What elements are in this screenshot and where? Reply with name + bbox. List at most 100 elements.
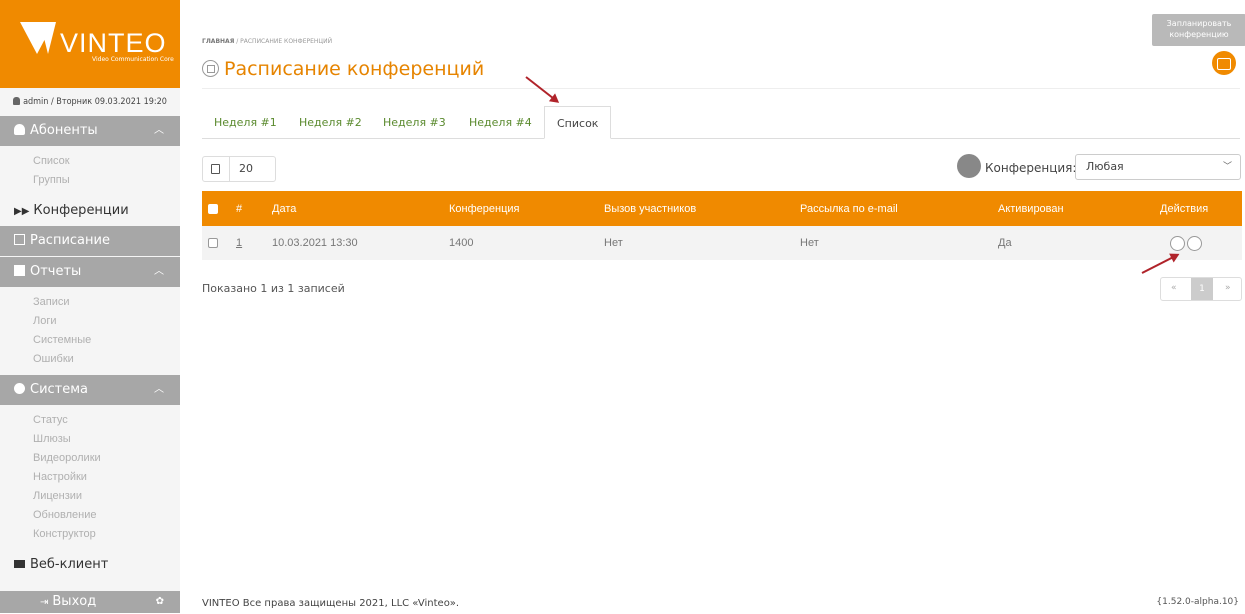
schedule-label-line2: конференцию [1169, 30, 1229, 39]
video-camera-icon [14, 560, 25, 568]
header-call[interactable]: Вызов участников [604, 191, 800, 226]
users-icon [14, 124, 25, 135]
footer: VINTEO Все права защищены 2021, LLC «Vin… [202, 598, 460, 609]
sidebar-item-groups[interactable]: Группы [33, 171, 180, 190]
schedule-table: # Дата Конференция Вызов участников Расс… [202, 191, 1242, 260]
header-email[interactable]: Рассылка по e-mail [800, 191, 998, 226]
row-date: 10.03.2021 13:30 [272, 237, 358, 249]
sidebar-item-records[interactable]: Записи [33, 293, 180, 312]
sidebar-item-gateways[interactable]: Шлюзы [33, 430, 180, 449]
calendar-filter-icon [957, 154, 981, 178]
version: {1.52.0-alpha.10} [1156, 597, 1239, 607]
sidebar-item-system-logs[interactable]: Системные [33, 331, 180, 350]
row-actions [1146, 226, 1242, 260]
book-icon [14, 265, 25, 276]
sidebar-item-settings[interactable]: Настройки [33, 468, 180, 487]
pager-current[interactable]: 1 [1191, 278, 1213, 300]
conference-filter-select[interactable]: Любая ﹀ [1075, 154, 1241, 180]
schedule-conference-button[interactable] [1212, 51, 1236, 75]
breadcrumb: ГЛАВНАЯ / РАСПИСАНИЕ КОНФЕРЕНЦИЙ [202, 38, 332, 45]
header-date[interactable]: Дата [272, 191, 449, 226]
separator [229, 157, 230, 181]
sidebar-item-videos[interactable]: Видеоролики [33, 449, 180, 468]
section-label: Система [30, 382, 89, 397]
select-all-checkbox[interactable] [208, 203, 218, 214]
tab-list[interactable]: Список [544, 106, 612, 139]
sidebar-section-system[interactable]: Система ︿ [0, 375, 180, 405]
logo-text: VINTEO [60, 28, 167, 58]
divider [202, 88, 1240, 89]
delete-icon[interactable] [1187, 235, 1202, 251]
sidebar-item-label: Веб-клиент [30, 557, 109, 572]
sidebar-subscribers-list: Список Группы [0, 146, 180, 196]
sidebar-section-reports[interactable]: Отчеты ︿ [0, 257, 180, 287]
row-conference: 1400 [449, 237, 474, 249]
sidebar-reports-list: Записи Логи Системные Ошибки [0, 287, 180, 375]
tab-week-2[interactable]: Неделя #2 [299, 106, 362, 139]
sidebar-item-schedule[interactable]: Расписание [0, 226, 180, 256]
row-call: Нет [604, 237, 623, 249]
calendar-icon [14, 234, 25, 245]
main-content: ГЛАВНАЯ / РАСПИСАНИЕ КОНФЕРЕНЦИЙ Расписа… [180, 0, 1245, 613]
row-checkbox[interactable] [208, 238, 218, 249]
row-num[interactable]: 1 [236, 226, 272, 260]
sidebar-item-webclient[interactable]: Веб-клиент [0, 550, 180, 580]
row-select[interactable] [202, 226, 236, 260]
schedule-label-line1: Запланировать [1166, 19, 1232, 28]
conference-filter-label: Конференция: [985, 161, 1077, 175]
sidebar-item-list[interactable]: Список [33, 152, 180, 171]
section-label: Отчеты [30, 264, 82, 279]
calendar-icon [202, 60, 219, 77]
logo[interactable]: VINTEO Video Communication Core [0, 0, 180, 88]
logout-button[interactable]: ⇥ Выход ✿ [0, 591, 180, 613]
logo-tagline: Video Communication Core [92, 56, 174, 63]
sidebar: VINTEO Video Communication Core admin / … [0, 0, 180, 613]
row-email: Нет [800, 237, 819, 249]
sidebar-item-status[interactable]: Статус [33, 411, 180, 430]
pager-next[interactable]: » [1225, 283, 1231, 293]
header-num[interactable]: # [236, 191, 272, 226]
sidebar-item-update[interactable]: Обновление [33, 506, 180, 525]
sidebar-section-subscribers[interactable]: Абоненты ︿ [0, 116, 180, 146]
chevron-up-icon: ︿ [154, 125, 164, 136]
pager-prev[interactable]: « [1171, 283, 1177, 293]
sidebar-item-licenses[interactable]: Лицензии [33, 487, 180, 506]
tab-week-4[interactable]: Неделя #4 [469, 106, 532, 139]
sidebar-item-errors[interactable]: Ошибки [33, 350, 180, 369]
table-header: # Дата Конференция Вызов участников Расс… [202, 191, 1242, 226]
tabs: Неделя #1 Неделя #2 Неделя #3 Неделя #4 … [202, 106, 1240, 139]
user-info: admin / Вторник 09.03.2021 19:20 [0, 88, 180, 116]
logo-mark-stroke [40, 22, 56, 54]
user-text: admin / Вторник 09.03.2021 19:20 [23, 97, 167, 107]
tab-week-1[interactable]: Неделя #1 [214, 106, 277, 139]
header-conference[interactable]: Конференция [449, 191, 604, 226]
gear-icon[interactable]: ✿ [156, 591, 164, 613]
logout-icon: ⇥ [40, 597, 49, 608]
sidebar-item-conferences[interactable]: ▶▶ Конференции [0, 196, 180, 226]
row-num-link[interactable]: 1 [236, 237, 242, 249]
header-active[interactable]: Активирован [998, 191, 1146, 226]
records-info: Показано 1 из 1 записей [202, 282, 345, 295]
logout-label: Выход [52, 594, 97, 609]
breadcrumb-current: / РАСПИСАНИЕ КОНФЕРЕНЦИЙ [234, 38, 333, 45]
list-icon[interactable] [211, 164, 220, 174]
page-size-control[interactable]: 20 [202, 156, 276, 182]
page-title: Расписание конференций [202, 58, 484, 80]
edit-icon[interactable] [1170, 235, 1185, 251]
schedule-conference-tooltip: Запланировать конференцию [1152, 14, 1245, 46]
chevron-up-icon: ︿ [154, 266, 164, 277]
chevron-up-icon: ︿ [154, 384, 164, 395]
header-actions: Действия [1160, 202, 1209, 215]
header-select-all[interactable] [202, 191, 236, 226]
forward-icon: ▶▶ [14, 206, 30, 217]
page-title-text: Расписание конференций [224, 58, 485, 80]
row-active: Да [998, 237, 1012, 249]
section-label: Абоненты [30, 123, 98, 138]
sidebar-system-list: Статус Шлюзы Видеоролики Настройки Лицен… [0, 405, 180, 550]
tab-week-3[interactable]: Неделя #3 [383, 106, 446, 139]
conference-filter-value: Любая [1086, 160, 1124, 173]
sidebar-item-constructor[interactable]: Конструктор [33, 525, 180, 544]
breadcrumb-home[interactable]: ГЛАВНАЯ [202, 38, 234, 45]
pagination: « 1 » [1160, 277, 1242, 301]
sidebar-item-logs[interactable]: Логи [33, 312, 180, 331]
